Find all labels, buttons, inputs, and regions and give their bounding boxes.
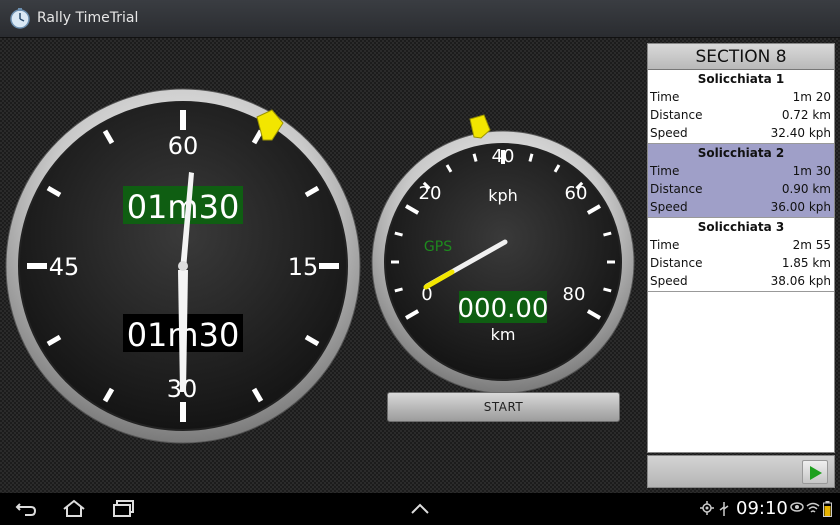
home-icon[interactable]: [61, 499, 87, 519]
play-icon: [810, 466, 822, 480]
stopwatch-dial: 60 15 30 45 01m30 01m30: [5, 88, 361, 444]
distance-unit: km: [491, 325, 516, 344]
section-panel: SECTION 8 Solicchiata 1 Time 1m 20 Distance…: [647, 43, 835, 453]
back-icon[interactable]: [14, 499, 38, 519]
segment-row-speed: Speed 36.00 kph: [648, 198, 834, 216]
speedometer-tick: [603, 287, 612, 293]
speed-label-80: 80: [563, 284, 586, 305]
segment-row-speed: Speed 32.40 kph: [648, 124, 834, 142]
segment-row-value: 0.90 km: [781, 182, 831, 196]
speed-label-20: 20: [419, 183, 442, 204]
section-title: SECTION 8: [648, 44, 834, 70]
distance-value: 000.00: [458, 294, 549, 324]
dial-label-60: 60: [168, 132, 199, 160]
segment-item[interactable]: Solicchiata 1 Time 1m 20 Distance 0.72 km Spe…: [648, 70, 834, 144]
segment-list: Solicchiata 1 Time 1m 20 Distance 0.72 km Spe…: [648, 70, 834, 292]
eye-icon: [790, 502, 804, 512]
speedometer-tick: [603, 231, 612, 237]
chevron-up-icon[interactable]: [410, 503, 430, 515]
system-navigation-bar: 09:10: [0, 493, 840, 525]
segment-row-value: 0.72 km: [781, 108, 831, 122]
battery-icon: [823, 501, 832, 517]
speed-label-40: 40: [492, 146, 515, 167]
play-button[interactable]: [802, 460, 828, 484]
start-button[interactable]: START: [387, 392, 620, 422]
segment-name: Solicchiata 1: [697, 72, 785, 86]
dial-label-45: 45: [49, 253, 80, 281]
speedometer-tick: [394, 231, 403, 237]
gps-status-icon: [700, 501, 714, 515]
speed-unit-label: kph: [488, 186, 518, 205]
main-area: 60 15 30 45 01m30 01m30 0 20 40 60 80 kp…: [0, 38, 840, 493]
recent-apps-icon[interactable]: [111, 499, 137, 519]
segment-row-value: 1m 20: [792, 90, 831, 104]
segment-row-speed: Speed 38.06 kph: [648, 272, 834, 290]
segment-row-distance: Distance 0.72 km: [648, 106, 834, 124]
segment-name: Solicchiata 3: [697, 220, 785, 234]
wifi-icon: [806, 502, 820, 513]
speedometer-tick: [472, 153, 478, 162]
segment-row-time: Time 1m 30: [648, 162, 834, 180]
segment-row-label: Speed: [650, 200, 688, 214]
segment-row-time: Time 2m 55: [648, 236, 834, 254]
segment-row-label: Time: [650, 238, 680, 252]
title-bar: Rally TimeTrial: [0, 0, 840, 38]
segment-row-value: 36.00 kph: [770, 200, 831, 214]
segment-row-label: Distance: [650, 256, 703, 270]
segment-row-label: Time: [650, 90, 680, 104]
segment-item[interactable]: Solicchiata 2 Time 1m 30 Distance 0.90 km Spe…: [648, 144, 834, 218]
segment-item[interactable]: Solicchiata 3 Time 2m 55 Distance 1.85 km Spe…: [648, 218, 834, 292]
gps-indicator: GPS: [424, 239, 452, 255]
segment-row-value: 32.40 kph: [770, 126, 831, 140]
stopwatch-app-icon: [10, 8, 30, 29]
speedometer-tick: [394, 287, 403, 293]
segment-row-distance: Distance 0.90 km: [648, 180, 834, 198]
segment-row-distance: Distance 1.85 km: [648, 254, 834, 272]
segment-row-value: 2m 55: [792, 238, 831, 252]
segment-row-time: Time 1m 20: [648, 88, 834, 106]
segment-name: Solicchiata 2: [697, 146, 785, 160]
segment-row-label: Speed: [650, 126, 688, 140]
segment-row-label: Distance: [650, 182, 703, 196]
speedometer-dial: 0 20 40 60 80 kph GPS 000.00 km: [371, 114, 635, 394]
upper-time-text: 01m30: [127, 188, 240, 226]
segment-row-label: Time: [650, 164, 680, 178]
speed-label-60: 60: [565, 183, 588, 204]
section-controls-bar: [647, 455, 835, 488]
stopwatch-hub: [178, 261, 188, 271]
segment-row-label: Distance: [650, 108, 703, 122]
speedometer-tick: [528, 153, 534, 162]
segment-row-value: 1.85 km: [781, 256, 831, 270]
segment-row-label: Speed: [650, 274, 688, 288]
dial-label-15: 15: [288, 253, 319, 281]
segment-row-value: 38.06 kph: [770, 274, 831, 288]
status-clock: 09:10: [736, 498, 788, 519]
app-title: Rally TimeTrial: [37, 10, 139, 26]
gauges-area: 60 15 30 45 01m30 01m30 0 20 40 60 80 kp…: [5, 88, 635, 444]
usb-icon: [719, 502, 729, 516]
segment-row-value: 1m 30: [792, 164, 831, 178]
